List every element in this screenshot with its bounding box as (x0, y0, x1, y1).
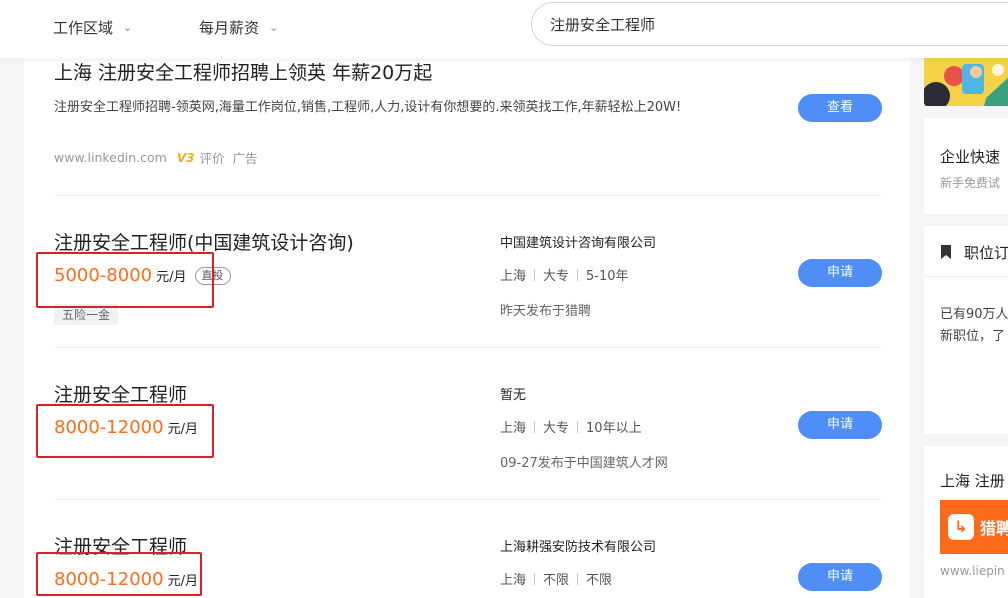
banner-illustration (924, 58, 1008, 106)
job-title[interactable]: 注册安全工程师 (54, 380, 187, 407)
sidebar-banner-image[interactable] (924, 58, 1008, 106)
highlight-box (36, 252, 214, 308)
apply-button[interactable]: 申请 (798, 411, 882, 439)
subscribe-title: 职位订 (964, 244, 1008, 262)
company-name[interactable]: 暂无 (500, 384, 526, 403)
ad-description: 注册安全工程师招聘-领英网,海量工作岗位,销售,工程师,人力,设计有你想要的.来… (54, 100, 682, 115)
attr-separator (534, 572, 536, 585)
job-attributes: 上海 大专 5-10年 (500, 265, 629, 284)
job-education: 大专 (543, 421, 570, 436)
liepin-logo-text: 猎聘 (980, 519, 1008, 538)
subscribe-divider (924, 276, 1008, 277)
liepin-ad-title: 上海 注册 (940, 472, 1005, 490)
company-name[interactable]: 上海耕强安防技术有限公司 (500, 536, 656, 555)
salary-filter-label: 每月薪资 (199, 19, 260, 37)
liepin-logo[interactable]: ↳ 猎聘 (940, 500, 1008, 554)
job-experience: 10年以上 (586, 421, 642, 436)
search-input[interactable] (550, 11, 990, 37)
list-divider (54, 195, 882, 196)
attr-separator (577, 268, 579, 281)
apply-button[interactable]: 申请 (798, 259, 882, 287)
attr-separator (534, 268, 536, 281)
search-box (531, 2, 1008, 46)
subscribe-line-1: 已有90万人 (940, 307, 1008, 322)
ad-domain[interactable]: www.linkedin.com (54, 150, 167, 165)
liepin-domain: www.liepin (940, 564, 1005, 578)
salary-filter[interactable]: 每月薪资 ⌄ (199, 17, 278, 38)
subscribe-line-2: 新职位，了 (940, 329, 1006, 344)
job-city: 上海 (500, 269, 527, 284)
attr-separator (577, 420, 579, 433)
job-title[interactable]: 注册安全工程师(中国建筑设计咨询) (54, 228, 354, 255)
attr-separator (577, 572, 579, 585)
view-button[interactable]: 查看 (798, 94, 882, 122)
list-divider (54, 347, 882, 348)
liepin-mark-icon: ↳ (948, 514, 974, 540)
ad-card[interactable]: 上海 注册安全工程师招聘上领英 年薪20万起 注册安全工程师招聘-领英网,海量工… (54, 58, 882, 178)
attr-separator (534, 420, 536, 433)
company-name[interactable]: 中国建筑设计咨询有限公司 (500, 232, 656, 251)
v3-badge-icon: V3 (176, 150, 195, 165)
job-experience: 不限 (586, 573, 613, 588)
ad-rating-link[interactable]: 评价 (200, 148, 225, 167)
enterprise-subtitle: 新手免费试 (940, 176, 1001, 190)
job-city: 上海 (500, 573, 527, 588)
job-experience: 5-10年 (586, 269, 629, 284)
list-divider (54, 499, 882, 500)
enterprise-title: 企业快速 (940, 148, 1001, 166)
ad-label: 广告 (232, 151, 258, 166)
chevron-down-icon: ⌄ (269, 21, 279, 34)
highlight-box (36, 552, 202, 596)
ad-title[interactable]: 上海 注册安全工程师招聘上领英 年薪20万起 (54, 58, 432, 85)
job-education: 不限 (543, 573, 570, 588)
apply-button[interactable]: 申请 (798, 563, 882, 591)
bookmark-icon (940, 244, 952, 263)
job-attributes: 上海 大专 10年以上 (500, 417, 642, 436)
sidebar-enterprise-card[interactable]: 企业快速 新手免费试 (924, 118, 1008, 214)
posted-source: 昨天发布于猎聘 (500, 304, 592, 319)
area-filter-label: 工作区域 (53, 19, 114, 37)
posted-source: 09-27发布于中国建筑人才网 (500, 456, 668, 471)
job-attributes: 上海 不限 不限 (500, 569, 612, 588)
chevron-down-icon: ⌄ (123, 21, 133, 34)
ad-meta: www.linkedin.com V3 评价 广告 (54, 148, 258, 167)
top-filter-bar: 工作区域 ⌄ 每月薪资 ⌄ (0, 0, 1008, 58)
area-filter[interactable]: 工作区域 ⌄ (53, 17, 132, 38)
job-education: 大专 (543, 269, 570, 284)
sidebar-subscribe-card: 职位订 已有90万人 新职位，了 (924, 226, 1008, 434)
job-city: 上海 (500, 421, 527, 436)
highlight-box (36, 404, 214, 458)
job-list: 上海 注册安全工程师招聘上领英 年薪20万起 注册安全工程师招聘-领英网,海量工… (24, 58, 910, 598)
